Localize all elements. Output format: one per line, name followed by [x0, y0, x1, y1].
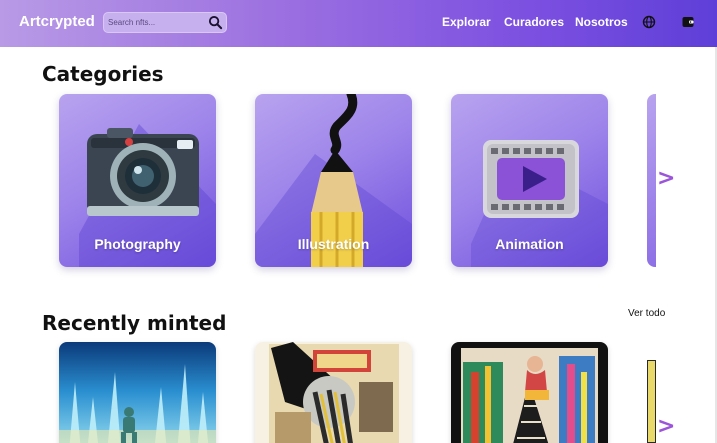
- crystal-city-artwork: [59, 342, 216, 443]
- view-all-link[interactable]: Ver todo: [628, 308, 665, 319]
- globe-icon[interactable]: [642, 15, 656, 29]
- category-card-illustration[interactable]: Illustration: [255, 94, 412, 267]
- nav-curadores[interactable]: Curadores: [504, 15, 564, 29]
- collage-artwork: [255, 342, 412, 443]
- boat-woman-artwork: [451, 342, 608, 443]
- chevron-right-icon[interactable]: >: [657, 166, 675, 191]
- logo[interactable]: Artcrypted: [19, 13, 95, 30]
- wallet-icon[interactable]: [681, 15, 695, 29]
- category-label: Photography: [94, 236, 181, 252]
- nav-nosotros[interactable]: Nosotros: [575, 15, 628, 29]
- category-card-partial[interactable]: [647, 94, 656, 267]
- category-label: Illustration: [297, 236, 370, 252]
- category-card-animation[interactable]: Animation: [451, 94, 608, 267]
- top-nav-bar: Artcrypted Explorar Curadores Nosotros: [0, 0, 717, 47]
- recently-minted-title: Recently minted: [42, 311, 227, 335]
- category-label: Animation: [495, 236, 564, 252]
- minted-card-3[interactable]: [451, 342, 608, 443]
- categories-title: Categories: [42, 62, 164, 86]
- category-card-photography[interactable]: Photography: [59, 94, 216, 267]
- minted-card-2[interactable]: [255, 342, 412, 443]
- search-input[interactable]: [108, 15, 204, 30]
- minted-card-partial[interactable]: [647, 360, 656, 443]
- search-box[interactable]: [103, 12, 227, 33]
- search-icon[interactable]: [208, 15, 223, 30]
- minted-card-1[interactable]: [59, 342, 216, 443]
- chevron-right-icon[interactable]: >: [657, 414, 675, 439]
- nav-explorar[interactable]: Explorar: [442, 15, 491, 29]
